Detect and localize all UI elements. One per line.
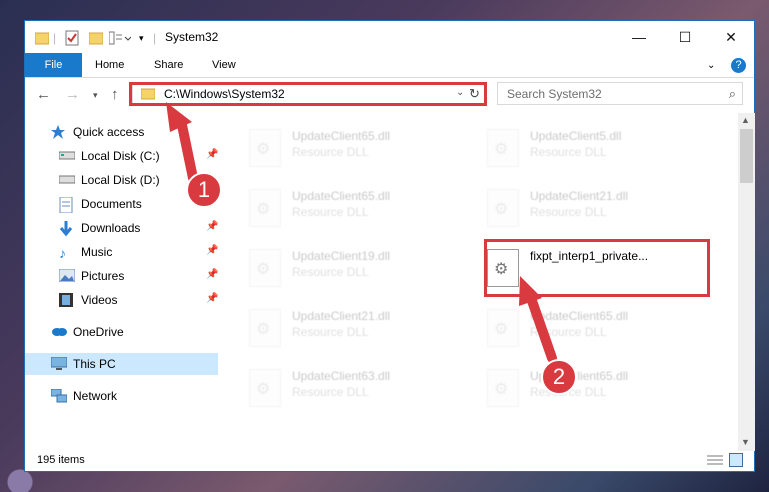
callout-badge-1: 1 xyxy=(186,172,222,208)
callout-arrows xyxy=(166,102,557,363)
callout-badge-2: 2 xyxy=(541,359,577,395)
